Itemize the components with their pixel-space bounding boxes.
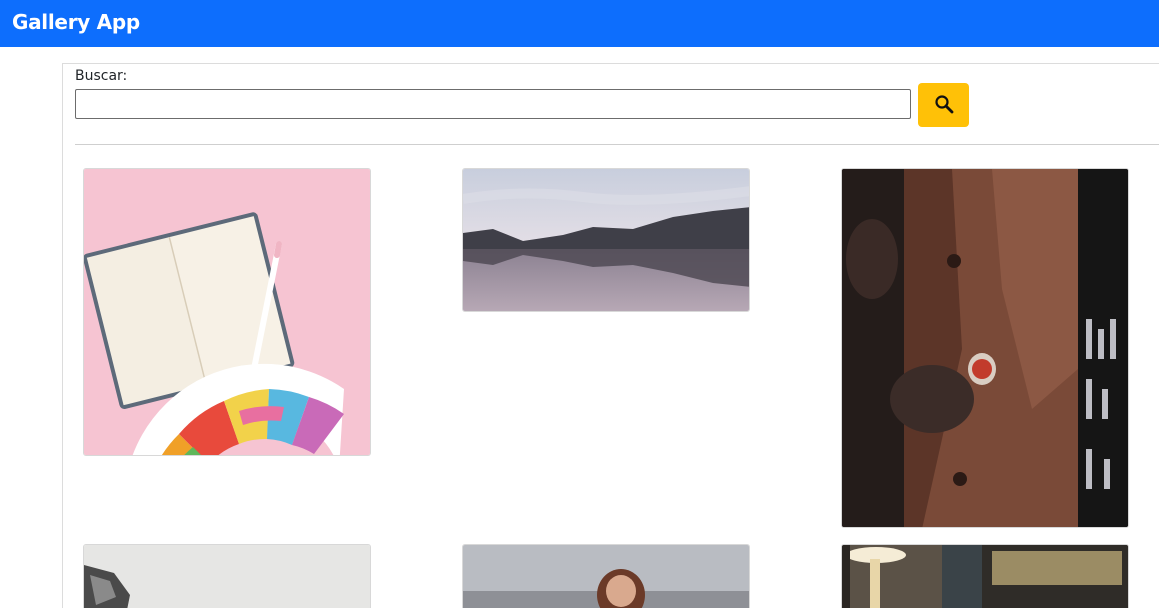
search-icon: [934, 94, 954, 117]
gallery-image-lamp[interactable]: [841, 544, 1129, 608]
gallery-image-notebook[interactable]: [83, 168, 371, 456]
gallery-image-gray[interactable]: [83, 544, 371, 608]
gallery-image-lake[interactable]: [462, 168, 750, 312]
search-button[interactable]: [918, 83, 969, 127]
divider: [75, 144, 1159, 145]
search-label: Buscar:: [75, 68, 128, 84]
main-container: Buscar:: [62, 63, 1159, 608]
app-title[interactable]: Gallery App: [12, 10, 140, 34]
search-input[interactable]: [75, 89, 911, 119]
navbar: Gallery App: [0, 0, 1159, 47]
gallery-image-coat[interactable]: [841, 168, 1129, 528]
gallery-image-woman[interactable]: [462, 544, 750, 608]
